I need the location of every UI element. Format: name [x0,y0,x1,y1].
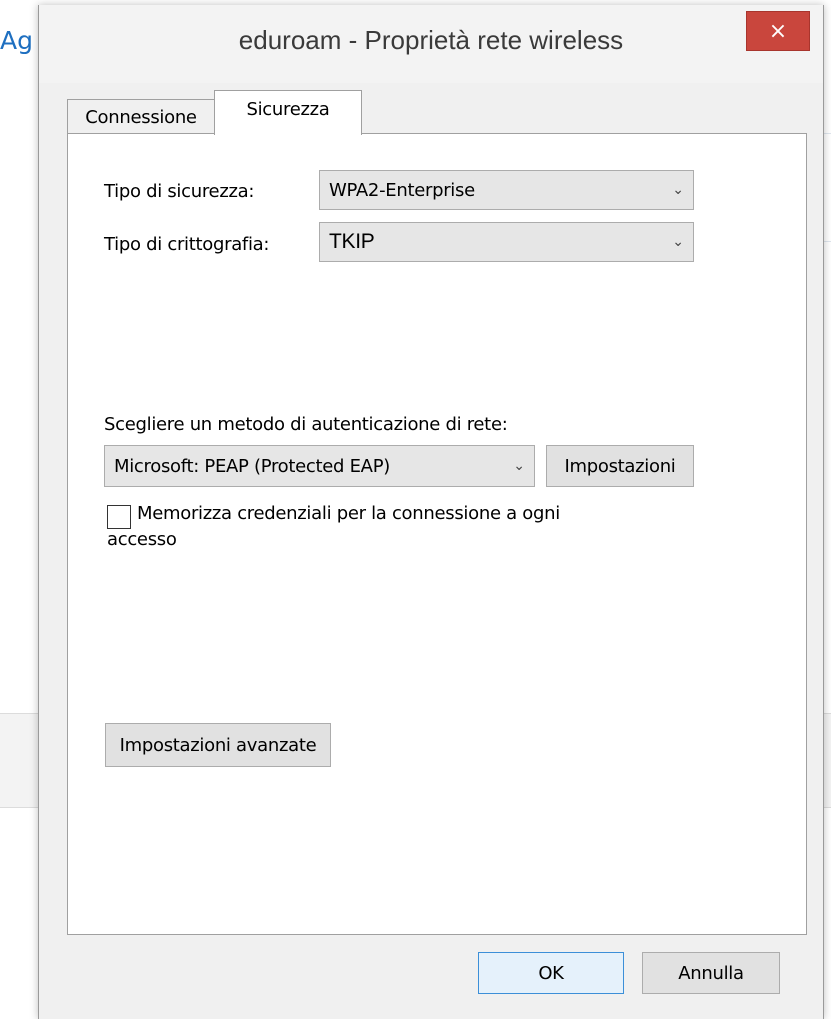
chevron-down-icon: ⌄ [672,182,684,198]
security-type-dropdown[interactable]: WPA2-Enterprise ⌄ [319,170,694,210]
tab-sicurezza[interactable]: Sicurezza [214,90,362,135]
auth-settings-button[interactable]: Impostazioni [546,445,694,487]
security-tab-panel: Tipo di sicurezza: WPA2-Enterprise ⌄ Tip… [67,133,807,935]
encryption-type-value: TKIP [329,230,375,253]
auth-method-label: Scegliere un metodo di autenticazione di… [104,414,508,435]
auth-method-dropdown[interactable]: Microsoft: PEAP (Protected EAP) ⌄ [104,445,535,487]
tab-connessione[interactable]: Connessione [67,99,215,134]
security-type-label: Tipo di sicurezza: [104,181,255,202]
close-button[interactable]: × [746,11,810,51]
background-window-text: Ag [0,26,33,55]
remember-credentials-label-continuation: accesso [107,529,177,550]
encryption-type-label: Tipo di crittografia: [104,234,270,255]
encryption-type-dropdown[interactable]: TKIP ⌄ [319,222,694,262]
ok-button[interactable]: OK [478,952,624,994]
dialog-title: eduroam - Proprietà rete wireless [238,25,624,55]
cancel-button[interactable]: Annulla [642,952,780,994]
remember-credentials-checkbox[interactable] [107,505,131,529]
chevron-down-icon: ⌄ [672,234,684,250]
advanced-settings-button[interactable]: Impostazioni avanzate [105,723,331,767]
remember-credentials-label: Memorizza credenziali per la connessione… [137,503,560,524]
chevron-down-icon: ⌄ [513,458,525,474]
tab-strip: Connessione Sicurezza [67,90,807,135]
title-bar[interactable]: eduroam - Proprietà rete wireless × [39,5,823,83]
close-icon: × [768,18,788,44]
network-properties-dialog: eduroam - Proprietà rete wireless × Conn… [38,5,824,1019]
auth-method-value: Microsoft: PEAP (Protected EAP) [114,455,390,477]
security-type-value: WPA2-Enterprise [329,179,475,201]
